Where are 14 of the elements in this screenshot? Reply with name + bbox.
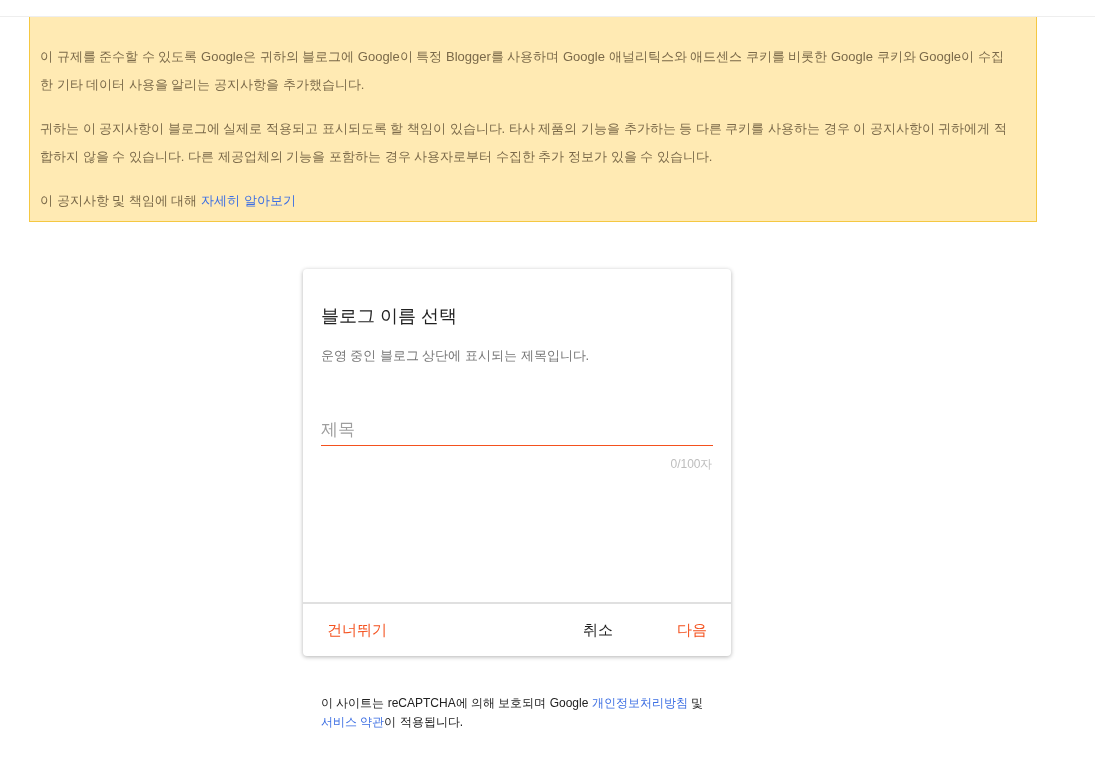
link[interactable]: 서비스 약관 xyxy=(321,715,385,729)
recaptcha-notice: 이 사이트는 reCAPTCHA에 의해 보호되며 Google 개인정보처리방침 및 서비스 약관이 적용됩니다. xyxy=(321,695,705,731)
dialog-button[interactable]: 다음 xyxy=(666,612,717,648)
dialog-title: 블로그 이름 선택 xyxy=(320,305,458,328)
link[interactable]: 개인정보처리방침 xyxy=(591,696,688,710)
dialog-description: 운영 중인 블로그 상단에 표시되는 제목입니다. xyxy=(320,347,591,365)
character-counter: 0/100자 xyxy=(670,455,713,473)
dialog-button[interactable]: 취소 xyxy=(572,612,623,648)
title-input-field[interactable]: 제목 xyxy=(320,415,713,446)
link[interactable]: 자세히 알아보기 xyxy=(201,193,296,208)
notice-text: 귀하는 이 공지사항이 블로그에 실제로 적용되고 표시되도록 할 책임이 있습니다. 타사 제품의 기능을 추가하는 등 다른 쿠키를 사용하는 경우 이 공지사항이 귀하에게 적합하지 않을 수 있습니다. 다른 제공업체의 기능을 포함하는 경우 사용자로부터 수집한 추가 정보가 있을 수 있습니다. xyxy=(40,120,1009,166)
dialog-button[interactable]: 건너뛰기 xyxy=(316,612,397,648)
notice-text: 이 규제를 준수할 수 있도록 Google은 귀하의 블로그에 Google이 특정 Blogger를 사용하며 Google 애널리틱스와 애드센스 쿠키를 비롯한 Google 쿠키와 Google이 수집한 기타 데이터 사용을 알리는 공지사항을 추가했습니다. xyxy=(40,48,1005,94)
notice-text: 이 공지사항 및 책임에 대해 자세히 알아보기 xyxy=(40,192,297,210)
